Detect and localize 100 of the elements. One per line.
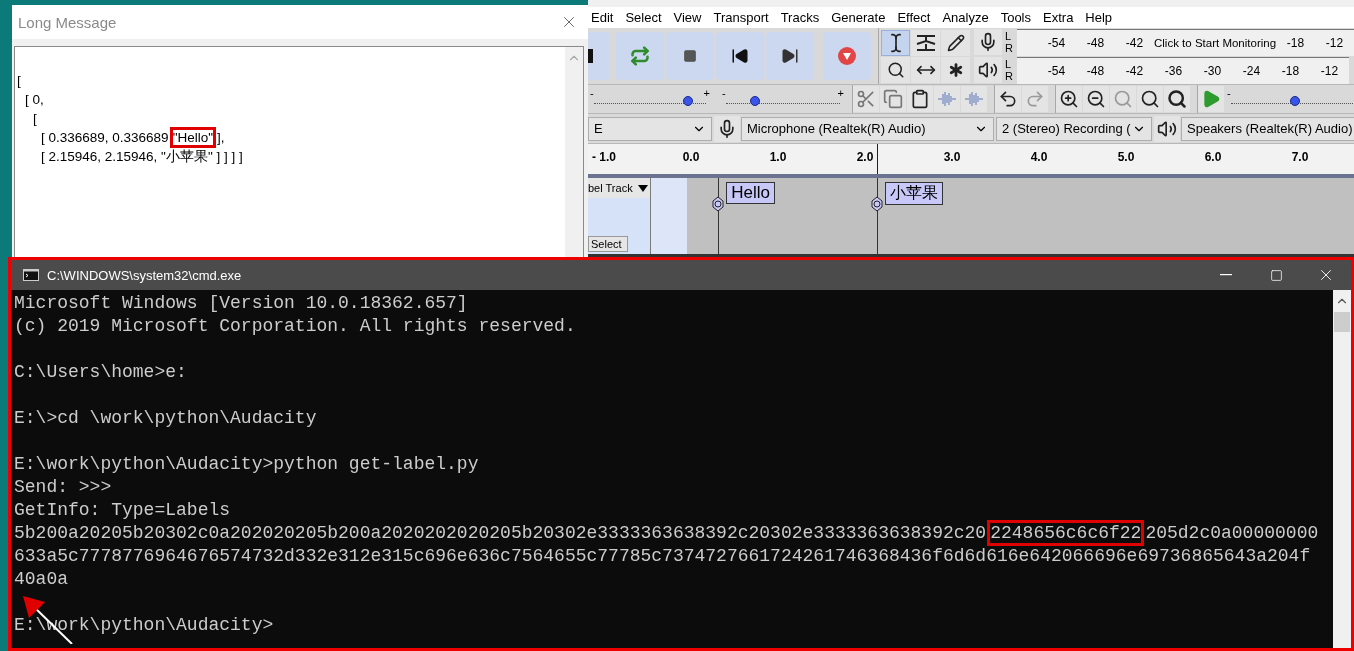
plus-sign: + [703, 87, 710, 99]
copy-icon [883, 89, 903, 109]
label-handle-icon[interactable] [869, 196, 884, 212]
envelope-tool-icon [914, 33, 937, 52]
meter-scale-label: -48 [1085, 63, 1106, 78]
tool-button[interactable] [941, 29, 970, 56]
clipboard-icon [910, 89, 930, 109]
level-meter[interactable]: -54 -48 -42 -36 -30 -24 -18 -12 [1017, 56, 1349, 84]
channels-dropdown[interactable]: 2 (Stereo) Recording ( [996, 116, 1152, 141]
track-label[interactable]: 小苹果 [884, 182, 943, 205]
scroll-thumb[interactable] [1334, 312, 1350, 332]
minus-sign: - [1227, 87, 1231, 99]
meter-scale-label: -12 [1324, 35, 1345, 50]
message-text: ], [217, 130, 225, 145]
track-name-menu[interactable]: bel Track [588, 178, 650, 198]
console-text: 5b200a20205b20302c0a202020205b200a2020202020205b20302e3333363638392c20302e3333363638392c20 [14, 523, 987, 543]
stop-button[interactable] [666, 32, 714, 80]
meter-scale-label: -18 [1285, 35, 1306, 50]
menu-item[interactable]: Transport [707, 10, 775, 25]
menu-item[interactable]: Help [1079, 10, 1119, 25]
speaker-button[interactable] [974, 57, 1002, 83]
microphone-button[interactable] [974, 29, 1002, 55]
menu-item[interactable]: Tracks [774, 10, 826, 25]
tool-button[interactable] [881, 56, 910, 83]
window-title: Long Message [18, 13, 117, 31]
console-text: GetInfo: Type=Labels [14, 500, 231, 520]
skip-to-end-button[interactable] [766, 32, 814, 80]
undo-icon [998, 89, 1018, 109]
magnifier-icon [1140, 89, 1160, 109]
tool-button[interactable] [911, 56, 940, 83]
loop-button[interactable] [616, 32, 664, 80]
console-text: E:\>cd \work\python\Audacity [14, 408, 317, 428]
menu-item[interactable]: Generate [825, 10, 892, 25]
monitoring-hint: Click to Start Monitoring [1154, 36, 1276, 49]
host-dropdown[interactable]: E [588, 116, 712, 141]
volume-slider[interactable]: - [1225, 86, 1354, 112]
tool-button[interactable] [941, 56, 970, 83]
meter-scale-label: -42 [1124, 35, 1145, 50]
microphone-icon [978, 32, 998, 52]
skip-to-start-button[interactable] [716, 32, 764, 80]
select-button[interactable]: Select [588, 236, 628, 252]
console-text: 633a5c7778776964676574732d332e312e315c696e636c7564655c77785c7374727661724261746368436f6d6d616e642066696e69736865643a204f [14, 546, 1311, 566]
fit-project-button[interactable] [1137, 86, 1163, 112]
scissors-icon [856, 89, 876, 109]
speaker-icon [978, 60, 998, 80]
slider-thumb[interactable] [683, 96, 694, 106]
label-handle-icon[interactable] [711, 196, 726, 212]
time-label: 0.0 [682, 150, 700, 164]
time-label: 1.0 [769, 150, 787, 164]
message-text: [ 0, [25, 92, 44, 107]
console-text: Send: >>> [14, 477, 112, 497]
playback-device-dropdown[interactable]: Speakers (Realtek(R) Audio) [1181, 116, 1354, 141]
window-title: C:\WINDOWS\system32\cmd.exe [47, 267, 243, 283]
meter-scale-label: -54 [1046, 63, 1067, 78]
menu-item[interactable]: View [667, 10, 708, 25]
volume-slider[interactable]: - + [588, 86, 712, 112]
maximize-icon [1269, 268, 1283, 282]
zoom-in-icon [1059, 89, 1079, 109]
zoom-toggle-button[interactable] [1164, 86, 1190, 112]
meter-scale-label: -48 [1085, 35, 1106, 50]
stop-icon [683, 49, 697, 63]
zoom-out-button[interactable] [1083, 86, 1109, 112]
menu-item[interactable]: Analyze [936, 10, 995, 25]
recording-device-dropdown[interactable]: Microphone (Realtek(R) Audio) [741, 116, 994, 141]
slider-thumb[interactable] [749, 96, 760, 106]
undo-button[interactable] [995, 86, 1021, 112]
cut-button[interactable] [853, 86, 879, 112]
menu-item[interactable]: Effect [891, 10, 937, 25]
slider-thumb[interactable] [1290, 96, 1300, 106]
time-label: - 1.0 [592, 150, 616, 164]
time-label: 5.0 [1117, 150, 1135, 164]
loop-icon [630, 46, 650, 66]
zoom-in-button[interactable] [1056, 86, 1082, 112]
channel-label: R [1005, 70, 1014, 82]
magnifier-icon [1167, 89, 1187, 109]
menu-item[interactable]: Extra [1037, 10, 1080, 25]
channel-label: L [1005, 58, 1013, 70]
track-label[interactable]: Hello [726, 182, 776, 204]
minus-sign: - [722, 87, 726, 99]
minus-sign: - [590, 87, 594, 99]
message-text: [ [33, 111, 37, 126]
volume-slider[interactable]: - + [720, 86, 846, 112]
record-button[interactable] [823, 32, 871, 80]
menu-item[interactable]: Select [619, 10, 668, 25]
zoom-icon [886, 60, 905, 79]
play-icon [1201, 89, 1221, 109]
menu-item[interactable]: Edit [588, 10, 620, 25]
time-label: 4.0 [1030, 150, 1048, 164]
meter-scale-label: -24 [1241, 63, 1262, 78]
channel-label: R [1005, 42, 1014, 54]
copy-button[interactable] [880, 86, 906, 112]
console-text: 205d2c0a00000000 [1145, 523, 1319, 543]
tool-button[interactable] [881, 29, 910, 56]
paste-button[interactable] [907, 86, 933, 112]
waveform-icon [936, 90, 958, 108]
menu-item[interactable]: Tools [994, 10, 1037, 25]
level-meter[interactable]: -54 -48 -42 Click to Start Monitoring -18 -12 [1017, 28, 1354, 56]
meter-scale-label: -36 [1163, 63, 1184, 78]
play-at-speed-button[interactable] [1198, 86, 1224, 112]
tool-button[interactable] [911, 29, 940, 56]
